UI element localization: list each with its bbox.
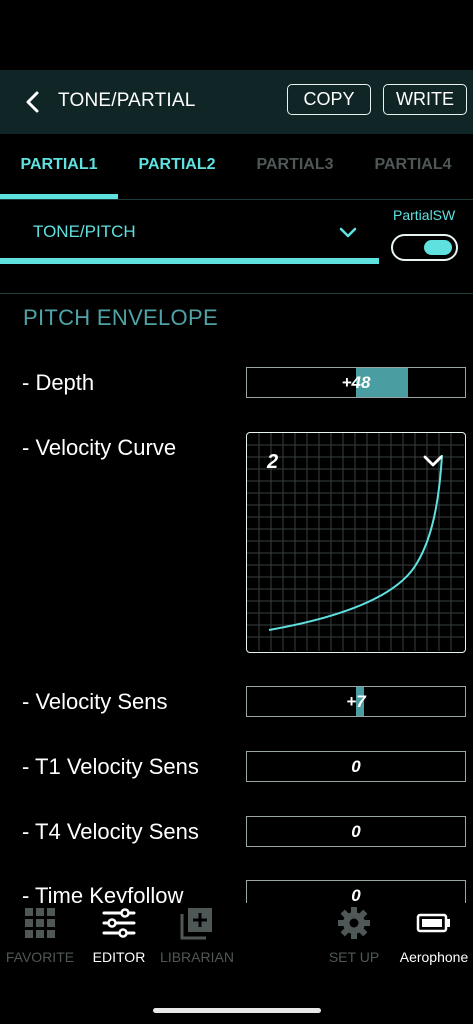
tab-partial1[interactable]: PARTIAL1 [0, 156, 118, 178]
time-keyfollow-value: 0 [351, 885, 361, 905]
t1-velocity-sens-value-field[interactable]: 0 [246, 751, 466, 782]
tab-partial2[interactable]: PARTIAL2 [118, 156, 236, 178]
write-button[interactable]: WRITE [383, 84, 467, 115]
page-title: TONE/PARTIAL [58, 90, 196, 111]
home-indicator[interactable] [153, 1008, 321, 1013]
depth-value-field[interactable]: +48 [246, 367, 466, 398]
chevron-down-icon[interactable] [421, 450, 445, 472]
velocity-sens-value: +7 [346, 691, 366, 711]
toggle-knob [424, 240, 452, 255]
nav-label: FAVORITE [5, 949, 75, 965]
param-label-velocity-curve: - Velocity Curve [22, 435, 177, 460]
nav-editor[interactable]: EDITOR [84, 905, 154, 965]
battery-icon [416, 913, 450, 933]
divider [0, 293, 473, 294]
t4-velocity-sens-value-field[interactable]: 0 [246, 816, 466, 847]
gear-icon [338, 907, 370, 939]
nav-label: SET UP [328, 949, 380, 965]
velocity-sens-value-field[interactable]: +7 [246, 686, 466, 717]
nav-aerophone[interactable]: Aerophone [396, 905, 472, 965]
param-label-velocity-sens: - Velocity Sens [22, 689, 168, 714]
section-title: PITCH ENVELOPE [23, 305, 218, 330]
param-label-t4-velocity-sens: - T4 Velocity Sens [22, 819, 199, 844]
copy-button[interactable]: COPY [287, 84, 371, 115]
tab-partial3[interactable]: PARTIAL3 [236, 156, 354, 178]
back-arrow-icon[interactable] [20, 86, 46, 118]
time-keyfollow-value-field[interactable]: 0 [246, 880, 466, 911]
t4-velocity-sens-value: 0 [351, 821, 361, 841]
t1-velocity-sens-value: 0 [351, 756, 361, 776]
partial-sw-toggle[interactable] [391, 234, 458, 261]
nav-favorite[interactable]: FAVORITE [2, 905, 78, 965]
nav-librarian[interactable]: LIBRARIAN [158, 905, 236, 965]
tab-partial4[interactable]: PARTIAL4 [354, 156, 472, 178]
param-label-depth: - Depth [22, 370, 95, 395]
section-select[interactable]: TONE/PITCH [33, 222, 136, 242]
section-select-underline [0, 258, 379, 264]
param-label-t1-velocity-sens: - T1 Velocity Sens [22, 754, 199, 779]
nav-setup[interactable]: SET UP [322, 905, 386, 965]
sliders-icon [102, 908, 136, 938]
nav-label: Aerophone [399, 949, 469, 965]
velocity-curve-value: 2 [267, 451, 279, 473]
nav-label: EDITOR [92, 949, 146, 965]
tab-divider [0, 199, 473, 200]
library-add-icon [180, 908, 212, 940]
grid-icon [25, 908, 55, 938]
partial-sw-label: PartialSW [393, 207, 456, 223]
chevron-down-icon[interactable] [336, 222, 360, 244]
depth-value: +48 [341, 372, 371, 392]
nav-label: LIBRARIAN [160, 949, 234, 965]
